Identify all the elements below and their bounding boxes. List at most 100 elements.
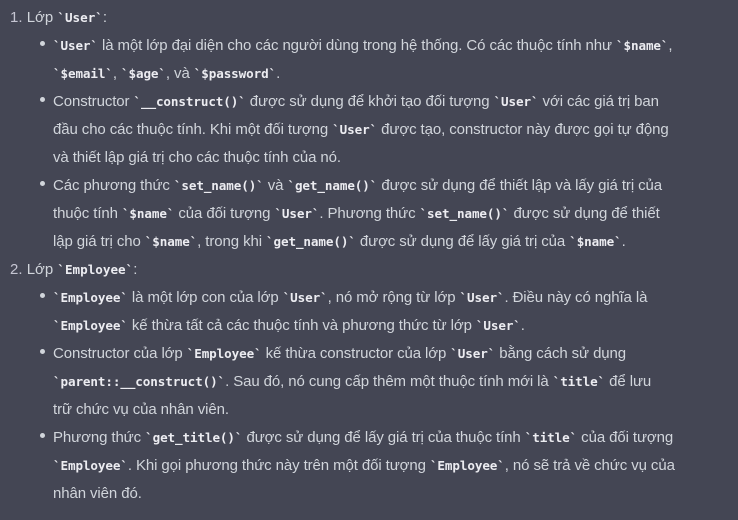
chat-message-content: 1. Lớp `User`: `User` là một lớp đại diệ… xyxy=(0,0,738,520)
text-segment: . Điều này có nghĩa là xyxy=(504,289,648,306)
inline-code: `$name` xyxy=(616,38,669,53)
text-segment: , xyxy=(112,65,121,82)
inline-code: `User` xyxy=(274,206,320,221)
text-segment: , nó mở rộng từ lớp xyxy=(327,289,460,306)
text-line: `Employee`. Khi gọi phương thức này trên… xyxy=(53,452,675,480)
heading-text: Lớp xyxy=(26,261,58,278)
text-line: và thiết lập giá trị cho các thuộc tính … xyxy=(53,144,341,172)
text-segment: , nó sẽ trả về chức vụ của xyxy=(504,457,675,474)
text-segment: và xyxy=(263,177,288,194)
text-segment: được sử dụng để thiết xyxy=(509,205,660,222)
inline-code: `$age` xyxy=(121,66,166,81)
text-segment: đầu cho các thuộc tính. Khi một đối tượn… xyxy=(53,121,333,138)
inline-code: `title` xyxy=(524,430,578,445)
inline-code: `User` xyxy=(493,94,539,109)
bullet-dot xyxy=(40,41,45,46)
text-segment: Constructor xyxy=(53,93,134,110)
text-line: lập giá trị cho `$name`, trong khi `get_… xyxy=(53,228,626,256)
heading-text: : xyxy=(133,261,138,278)
inline-code: `set_name()` xyxy=(173,178,264,193)
text-segment: là một lớp con của lớp xyxy=(127,289,283,306)
heading-text: Lớp xyxy=(26,9,58,26)
bullet-dot xyxy=(40,181,45,186)
bullet-dot xyxy=(40,97,45,102)
text-segment: . Sau đó, nó cung cấp thêm một thuộc tín… xyxy=(225,373,553,390)
inline-code: `$name` xyxy=(144,234,198,249)
inline-code: `$email` xyxy=(53,66,113,81)
text-segment: lập giá trị cho xyxy=(53,233,145,250)
inline-code: `parent::__construct()` xyxy=(53,374,226,389)
text-segment: . Khi gọi phương thức này trên một đối t… xyxy=(127,457,430,474)
text-segment: Constructor của lớp xyxy=(53,345,187,362)
inline-code: `Employee` xyxy=(53,318,128,333)
text-line: Các phương thức `set_name()` và `get_nam… xyxy=(53,172,662,200)
text-segment: để lưu xyxy=(605,373,652,390)
text-segment: được sử dụng để lấy giá trị của thuộc tí… xyxy=(242,429,525,446)
text-line: `User` là một lớp đại diện cho các người… xyxy=(53,32,673,60)
inline-code: `$name` xyxy=(569,234,622,249)
inline-code: `User` xyxy=(57,10,103,25)
inline-code: `Employee` xyxy=(53,290,128,305)
inline-code: `User` xyxy=(475,318,521,333)
list-item-heading: 1. Lớp `User`: xyxy=(10,4,107,32)
list-marker: 1. xyxy=(10,9,23,26)
text-segment: được sử dụng để lấy giá trị của xyxy=(355,233,570,250)
inline-code: `User` xyxy=(459,290,505,305)
inline-code: `get_name()` xyxy=(287,178,378,193)
text-segment: . Phương thức xyxy=(319,205,420,222)
text-segment: Các phương thức xyxy=(53,177,174,194)
text-line: `Employee` là một lớp con của lớp `User`… xyxy=(53,284,647,312)
heading-text: : xyxy=(102,9,108,26)
text-segment: , xyxy=(668,37,673,54)
text-segment: , trong khi xyxy=(197,233,267,250)
list-marker: 2. xyxy=(10,261,23,278)
text-line: Phương thức `get_title()` được sử dụng đ… xyxy=(53,424,673,452)
bullet-dot xyxy=(40,293,45,298)
text-line: trữ chức vụ của nhân viên. xyxy=(53,396,229,424)
text-segment: được tạo, constructor này được gọi tự độ… xyxy=(377,121,669,138)
inline-code: `Employee` xyxy=(186,346,262,361)
text-segment: là một lớp đại diện cho các người dùng t… xyxy=(97,37,617,54)
inline-code: `Employee` xyxy=(53,458,128,473)
text-segment: của đối tượng xyxy=(577,429,674,446)
text-line: `parent::__construct()`. Sau đó, nó cung… xyxy=(53,368,651,396)
text-segment: trữ chức vụ của nhân viên. xyxy=(53,401,229,418)
inline-code: `title` xyxy=(552,374,606,389)
text-segment: kế thừa constructor của lớp xyxy=(261,345,451,362)
text-segment: kế thừa tất cả các thuộc tính và phương … xyxy=(127,317,476,334)
text-segment: với các giá trị ban xyxy=(538,93,659,110)
text-line: `$email`, `$age`, và `$password`. xyxy=(53,60,280,88)
text-segment: được sử dụng để khởi tạo đối tượng xyxy=(245,93,494,110)
text-segment: Phương thức xyxy=(53,429,146,446)
text-segment: của đối tượng xyxy=(174,205,275,222)
inline-code: `__construct()` xyxy=(133,94,246,109)
inline-code: `get_title()` xyxy=(145,430,243,445)
inline-code: `$name` xyxy=(121,206,175,221)
inline-code: `set_name()` xyxy=(419,206,510,221)
text-segment: và thiết lập giá trị cho các thuộc tính … xyxy=(53,149,341,166)
text-segment: nhân viên đó. xyxy=(53,485,142,502)
text-segment: thuộc tính xyxy=(53,205,122,222)
text-segment: . xyxy=(276,65,281,82)
inline-code: `Employee` xyxy=(429,458,505,473)
inline-code: `get_name()` xyxy=(266,234,356,249)
text-segment: bằng cách sử dụng xyxy=(495,345,627,362)
text-segment: , và xyxy=(165,65,194,82)
text-line: `Employee` kế thừa tất cả các thuộc tính… xyxy=(53,312,525,340)
list-item-heading: 2. Lớp `Employee`: xyxy=(10,256,137,284)
text-line: nhân viên đó. xyxy=(53,480,142,508)
bullet-dot xyxy=(40,433,45,438)
inline-code: `$password` xyxy=(193,66,277,81)
text-segment: được sử dụng để thiết lập và lấy giá trị… xyxy=(377,177,663,194)
inline-code: `User` xyxy=(282,290,328,305)
text-line: Constructor của lớp `Employee` kế thừa c… xyxy=(53,340,626,368)
text-line: Constructor `__construct()` được sử dụng… xyxy=(53,88,659,116)
text-segment: . xyxy=(520,317,525,334)
bullet-dot xyxy=(40,349,45,354)
text-line: thuộc tính `$name` của đối tượng `User`.… xyxy=(53,200,660,228)
inline-code: `User` xyxy=(53,38,98,53)
text-line: đầu cho các thuộc tính. Khi một đối tượn… xyxy=(53,116,669,144)
inline-code: `Employee` xyxy=(57,262,134,277)
text-segment: . xyxy=(621,233,626,250)
inline-code: `User` xyxy=(332,122,378,137)
